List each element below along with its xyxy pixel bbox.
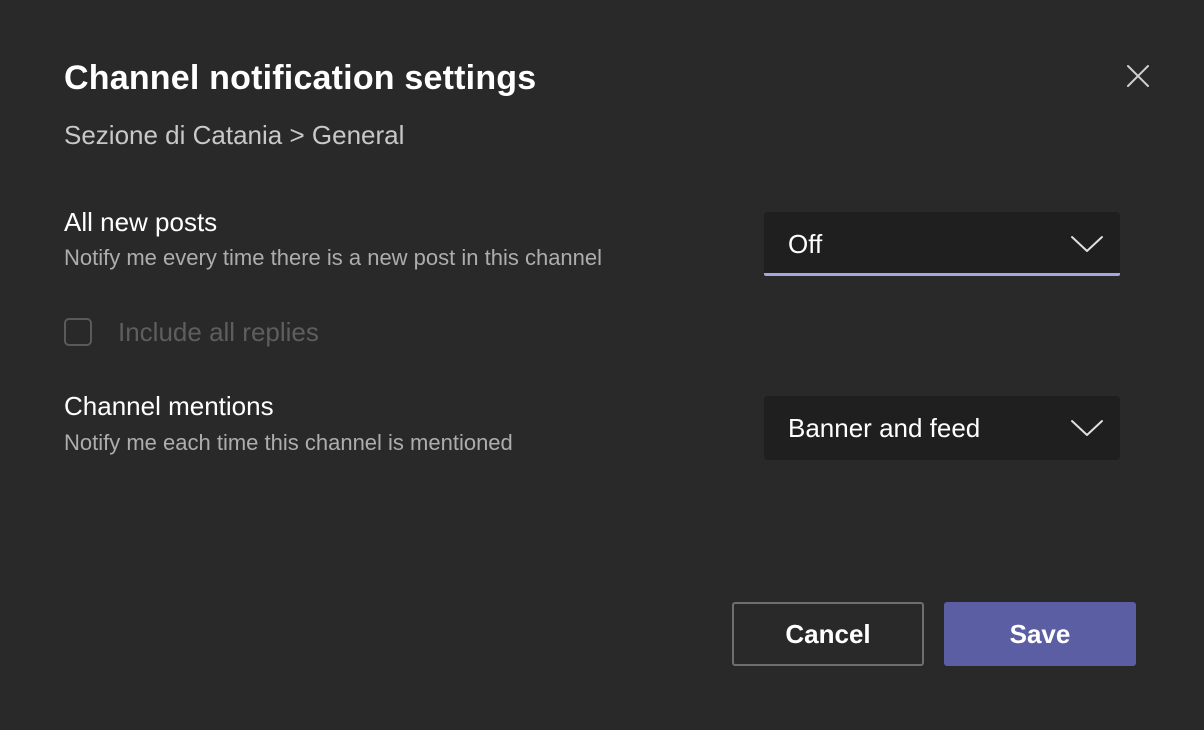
notification-settings-dialog: Channel notification settings Sezione di… (0, 0, 1204, 730)
breadcrumb-team: Sezione di Catania (64, 120, 283, 150)
include-replies-checkbox[interactable] (64, 318, 92, 346)
close-icon (1127, 65, 1149, 87)
all-posts-label: All new posts (64, 207, 218, 237)
cancel-button[interactable]: Cancel (732, 602, 924, 666)
breadcrumb-separator: > (282, 120, 312, 150)
all-posts-selected-value: Off (788, 229, 823, 259)
all-posts-dropdown[interactable]: Off (764, 212, 1120, 276)
chevron-down-icon (1071, 236, 1103, 252)
mentions-dropdown[interactable]: Banner and feed (764, 396, 1120, 460)
mentions-selected-value: Banner and feed (788, 413, 981, 443)
include-replies-label: Include all replies (118, 317, 319, 347)
all-posts-description: Notify me every time there is a new post… (64, 245, 603, 270)
dialog-title: Channel notification settings (64, 59, 537, 97)
mentions-description: Notify me each time this channel is ment… (64, 430, 513, 455)
chevron-down-icon (1071, 420, 1103, 436)
mentions-label: Channel mentions (64, 391, 274, 421)
include-replies-row: Include all replies (64, 316, 319, 348)
close-button[interactable] (1120, 58, 1156, 94)
save-button[interactable]: Save (944, 602, 1136, 666)
breadcrumb: Sezione di Catania > General (64, 118, 404, 152)
breadcrumb-channel: General (311, 120, 405, 150)
